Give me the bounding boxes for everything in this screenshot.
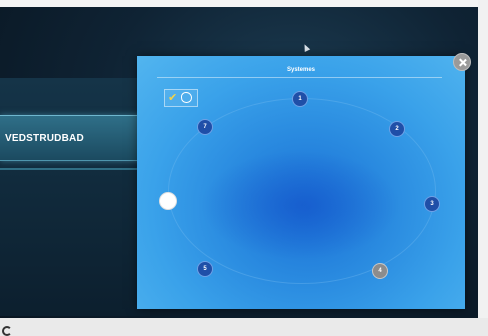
node-selected[interactable]: [159, 192, 177, 210]
close-button[interactable]: [453, 53, 471, 71]
title-divider: [157, 77, 442, 78]
hand-icon[interactable]: [181, 92, 192, 103]
node-2[interactable]: 2: [389, 121, 405, 137]
photo-edge-right: [478, 0, 488, 336]
dialog-title: Systemes: [286, 67, 316, 73]
background-window-title: VEDSTRUDBAD: [5, 133, 84, 144]
photo-edge-bottom: [0, 318, 488, 336]
node-1[interactable]: 1: [292, 91, 308, 107]
monitor-screen: VEDSTRUDBAD Systemes ✔ 1 2 3 4 5 7: [0, 0, 488, 336]
divider: [0, 168, 140, 170]
refresh-icon: [2, 326, 12, 336]
toolbar[interactable]: ✔: [164, 89, 198, 107]
check-icon[interactable]: ✔: [168, 91, 177, 105]
node-7[interactable]: 7: [197, 119, 213, 135]
node-3[interactable]: 3: [424, 196, 440, 212]
node-5[interactable]: 5: [197, 261, 213, 277]
node-4[interactable]: 4: [372, 263, 388, 279]
photo-edge-top: [0, 0, 488, 7]
mouse-cursor-icon: [301, 43, 311, 52]
background-window-titlebar[interactable]: VEDSTRUDBAD: [0, 115, 150, 161]
background-window: [0, 78, 150, 316]
